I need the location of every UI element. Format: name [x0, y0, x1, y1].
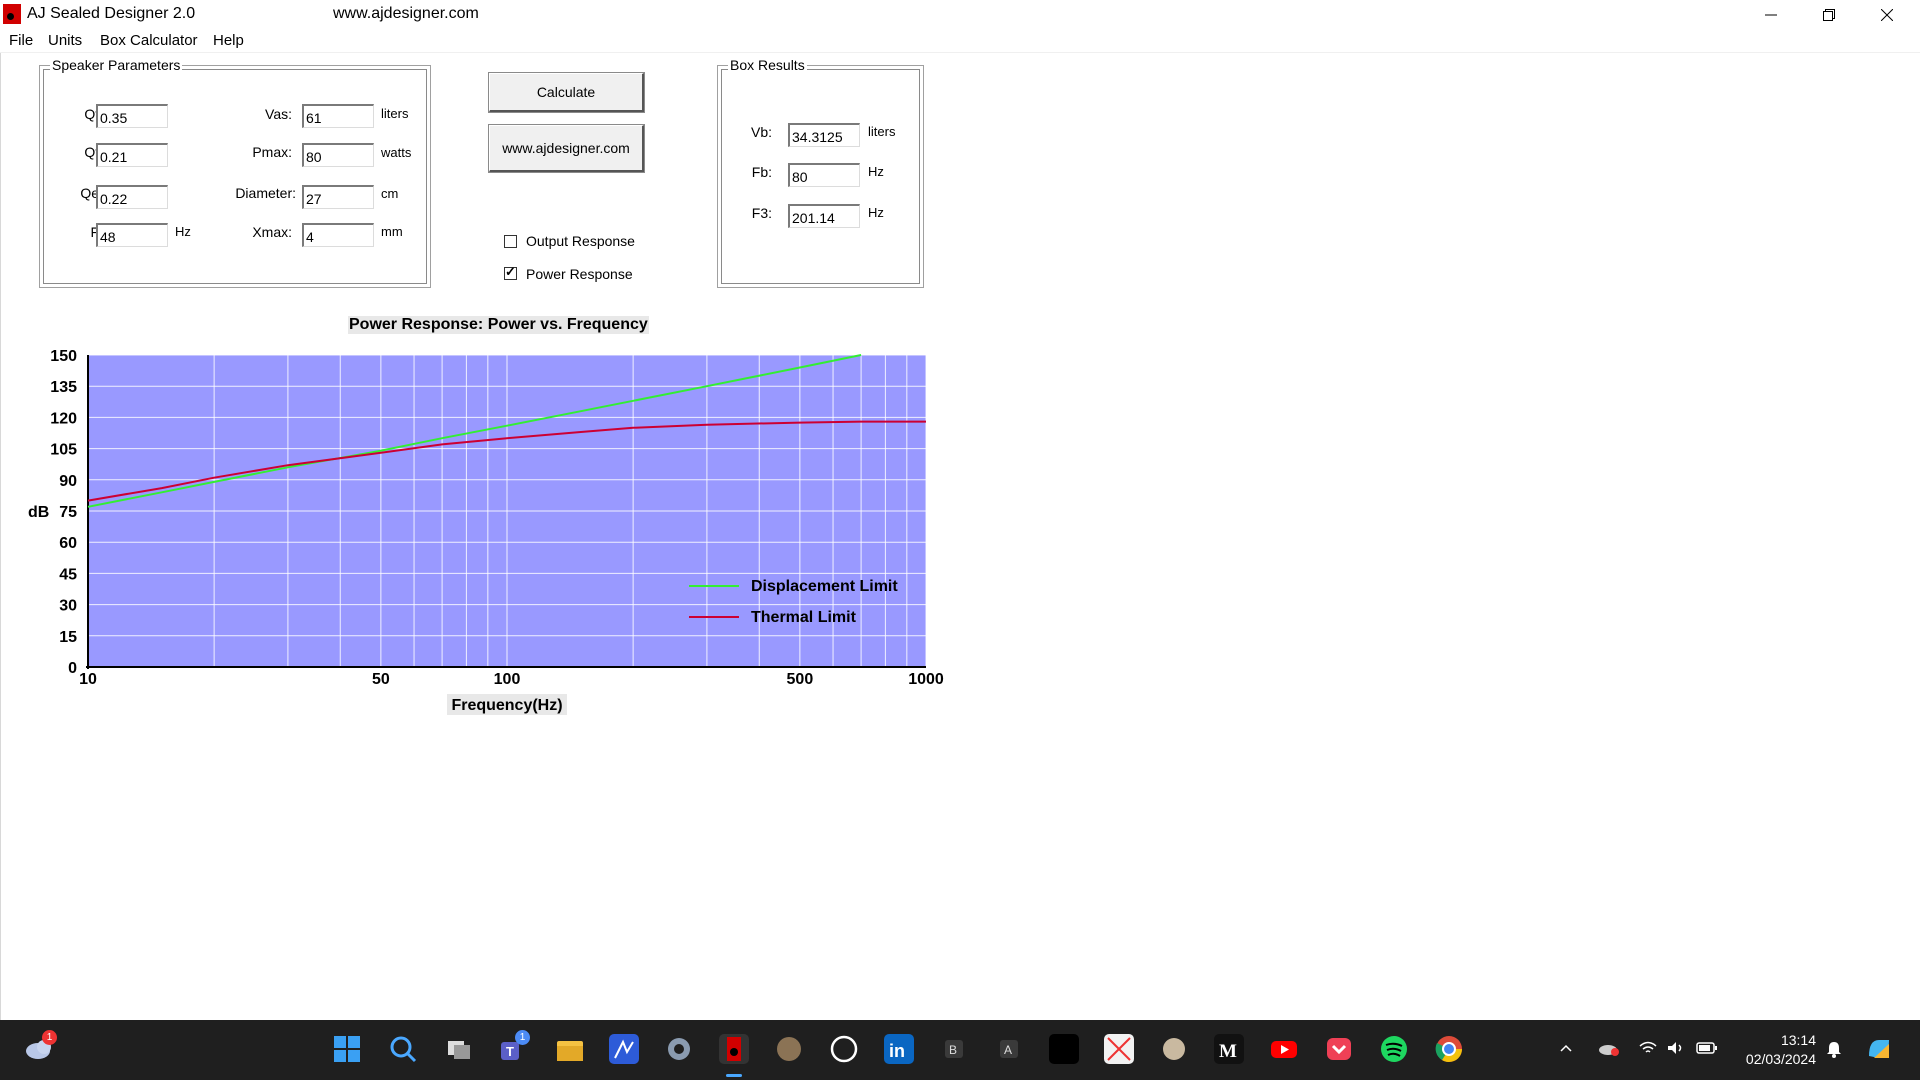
svg-text:A: A: [1004, 1043, 1012, 1057]
editor-app-icon[interactable]: [609, 1034, 639, 1064]
chrome-icon[interactable]: [1434, 1034, 1464, 1064]
menu-file[interactable]: File: [9, 32, 33, 49]
pocket-icon[interactable]: [1324, 1034, 1354, 1064]
svg-text:in: in: [889, 1041, 905, 1061]
taskbar: 1 T 1 in B A M 13:14 02/03/2024: [0, 1020, 1920, 1080]
black-app-icon[interactable]: [1049, 1034, 1079, 1064]
legend-label-0: Displacement Limit: [751, 578, 898, 595]
clock-date: 02/03/2024: [1745, 1051, 1816, 1067]
y-tick-label: 90: [59, 473, 77, 490]
volume-icon[interactable]: [1666, 1040, 1686, 1061]
task-view-icon[interactable]: [444, 1034, 474, 1064]
restore-icon: [1823, 8, 1835, 21]
x-tick-label: 10: [79, 671, 97, 688]
aj-sealed-designer-icon[interactable]: [719, 1034, 749, 1064]
app-icon: [3, 4, 21, 24]
y-tick-label: 120: [50, 410, 77, 427]
y-tick-label: 45: [59, 566, 77, 583]
y-tick-label: 30: [59, 598, 77, 615]
clock-time: 13:14: [1780, 1032, 1816, 1048]
cloud-sync-icon[interactable]: [1598, 1040, 1620, 1061]
b-app-icon[interactable]: B: [939, 1034, 969, 1064]
x-tick-label: 1000: [908, 671, 944, 688]
minimize-button[interactable]: [1742, 0, 1800, 29]
menu-bar: File Units Box Calculator Help: [0, 29, 1920, 53]
y-tick-label: 0: [68, 660, 77, 677]
svg-text:B: B: [949, 1043, 957, 1057]
window-title: AJ Sealed Designer 2.0: [27, 5, 196, 22]
title-bar: AJ Sealed Designer 2.0 www.ajdesigner.co…: [0, 0, 1920, 29]
menu-box-calculator[interactable]: Box Calculator: [100, 32, 198, 49]
linkedin-icon[interactable]: in: [884, 1034, 914, 1064]
search-icon[interactable]: [388, 1034, 418, 1064]
y-axis-label: dB: [28, 504, 49, 521]
clock[interactable]: 13:14 02/03/2024: [1746, 1031, 1816, 1069]
minimize-icon: [1765, 14, 1777, 16]
close-icon: [1880, 8, 1894, 22]
a-app-icon[interactable]: A: [994, 1034, 1024, 1064]
svg-text:M: M: [1219, 1041, 1237, 1062]
client-area: Speaker Parameters Qtc: Qts: Qes: Fs: Hz…: [0, 53, 1920, 1020]
start-icon[interactable]: [332, 1034, 362, 1064]
menu-help[interactable]: Help: [213, 32, 244, 49]
y-tick-label: 135: [50, 379, 77, 396]
y-tick-label: 60: [59, 535, 77, 552]
whatsapp-icon[interactable]: [829, 1034, 859, 1064]
m-app-icon[interactable]: M: [1214, 1034, 1244, 1064]
power-response-chart: 0 15 30 45 60 75 90 105 120 135 150 dB 10 50 100 500 100…: [28, 348, 944, 715]
spotify-icon[interactable]: [1379, 1034, 1409, 1064]
window-url: www.ajdesigner.com: [333, 5, 479, 22]
wifi-icon[interactable]: [1638, 1040, 1658, 1061]
y-tick-label: 15: [59, 629, 77, 646]
y-tick-label: 75: [59, 504, 77, 521]
legend-label-1: Thermal Limit: [751, 609, 857, 626]
snip-app-icon[interactable]: [1104, 1034, 1134, 1064]
mascot-app-icon[interactable]: [1159, 1034, 1189, 1064]
settings-icon[interactable]: [664, 1034, 694, 1064]
x-tick-label: 100: [494, 671, 521, 688]
chevron-up-icon[interactable]: [1558, 1040, 1574, 1061]
restore-button[interactable]: [1800, 0, 1858, 29]
active-app-indicator: [726, 1074, 742, 1077]
x-tick-label: 500: [787, 671, 814, 688]
x-axis-label: Frequency(Hz): [451, 697, 562, 714]
y-tick-label: 105: [50, 442, 77, 459]
youtube-icon[interactable]: [1269, 1034, 1299, 1064]
battery-icon[interactable]: [1696, 1041, 1718, 1060]
weather-icon[interactable]: 1: [24, 1030, 57, 1060]
menu-units[interactable]: Units: [48, 32, 82, 49]
weather-badge: 1: [42, 1030, 57, 1045]
teams-icon[interactable]: T 1: [499, 1030, 530, 1064]
file-explorer-icon[interactable]: [555, 1034, 585, 1064]
crest-app-icon[interactable]: [774, 1034, 804, 1064]
teams-badge: 1: [515, 1030, 530, 1045]
svg-text:T: T: [506, 1044, 514, 1059]
copilot-icon[interactable]: [1864, 1034, 1894, 1069]
close-button[interactable]: [1858, 0, 1916, 29]
notification-bell-icon[interactable]: [1825, 1040, 1843, 1063]
x-tick-label: 50: [372, 671, 390, 688]
y-tick-label: 150: [50, 348, 77, 365]
